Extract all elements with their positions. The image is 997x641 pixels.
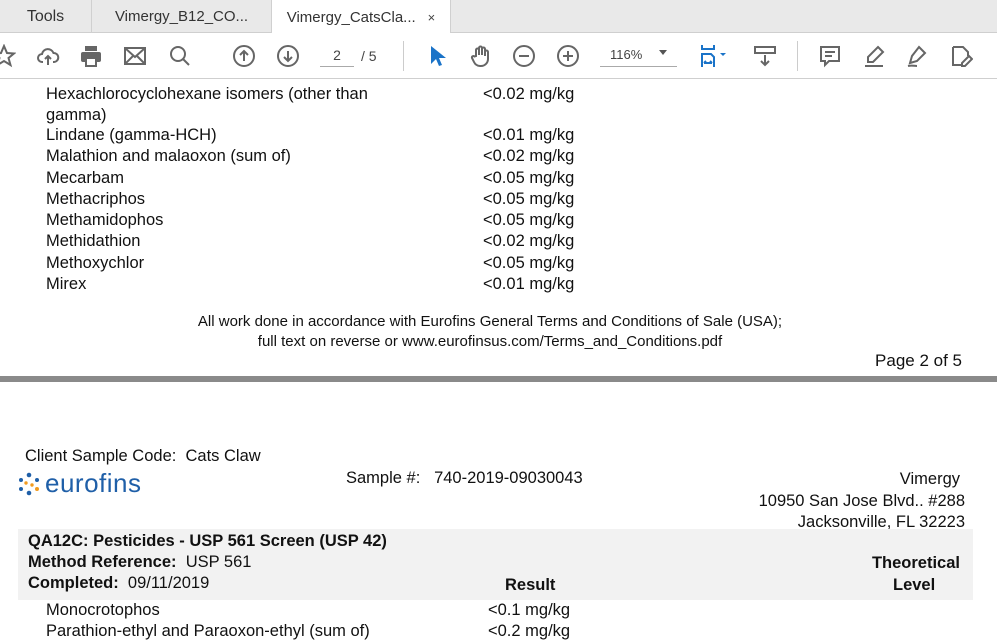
analyte-result: <0.05 mg/kg xyxy=(483,254,575,272)
sample-label: Sample #: xyxy=(346,469,421,487)
analyte-result: <0.1 mg/kg xyxy=(488,601,571,619)
client-value: Cats Claw xyxy=(185,447,261,465)
logo-text: eurofins xyxy=(45,468,142,498)
analyte-result: <0.02 mg/kg xyxy=(483,232,575,250)
analyte-name: Hexachlorocyclohexane isomers (other tha… xyxy=(46,85,368,103)
highlight-icon[interactable] xyxy=(860,42,888,70)
divider xyxy=(797,41,798,71)
analyte-name: Methidathion xyxy=(46,232,141,250)
completed-date: Completed: 09/11/2019 xyxy=(28,574,209,593)
tab-bar: Tools Vimergy_B12_CO... Vimergy_CatsCla.… xyxy=(0,0,997,34)
tab-label: Vimergy_CatsCla... xyxy=(286,8,416,26)
toolbar: 2 / 5 116% xyxy=(0,33,997,79)
zoom-out-icon[interactable] xyxy=(510,42,538,70)
table-row: Mecarbam <0.05 mg/kg xyxy=(46,169,946,188)
tab-vimergy-b12[interactable]: Vimergy_B12_CO... xyxy=(92,0,272,33)
tab-vimergy-catsclaw[interactable]: Vimergy_CatsCla... × xyxy=(272,0,451,34)
eurofins-logo: eurofins xyxy=(16,468,142,499)
analyte-result: <0.05 mg/kg xyxy=(483,211,575,229)
analyte-name: gamma) xyxy=(46,106,107,124)
analyte-name: Methamidophos xyxy=(46,211,164,229)
analyte-name: Parathion-ethyl and Paraoxon-ethyl (sum … xyxy=(46,622,370,640)
analyte-result: <0.01 mg/kg xyxy=(483,275,575,293)
method-label: Method Reference: xyxy=(28,553,177,571)
test-title: QA12C: Pesticides - USP 561 Screen (USP … xyxy=(28,532,387,550)
analyte-result: <0.01 mg/kg xyxy=(483,126,575,144)
tab-label: Tools xyxy=(26,7,65,25)
table-row: Mirex <0.01 mg/kg xyxy=(46,275,946,294)
terms-footer: All work done in accordance with Eurofin… xyxy=(197,313,783,330)
table-row: Hexachlorocyclohexane isomers (other tha… xyxy=(46,85,946,104)
select-pointer-icon[interactable] xyxy=(423,42,451,70)
terms-footer-link: full text on reverse or www.eurofinsus.c… xyxy=(257,333,723,350)
star-icon[interactable] xyxy=(0,42,18,70)
analyte-result: <0.02 mg/kg xyxy=(483,147,575,165)
method-value: USP 561 xyxy=(185,553,252,571)
print-icon[interactable] xyxy=(77,42,105,70)
edit-pdf-icon[interactable] xyxy=(947,42,975,70)
page-separator xyxy=(0,376,997,382)
analyte-name: Monocrotophos xyxy=(46,601,160,619)
page-number-label: Page 2 of 5 xyxy=(875,351,962,370)
analyte-result: <0.05 mg/kg xyxy=(483,190,575,208)
client-address: Vimergy 10950 San Jose Blvd.. #288 Jacks… xyxy=(759,469,965,534)
page-number-input[interactable]: 2 xyxy=(320,47,354,67)
theoretical-column-header: Theoretical xyxy=(871,554,960,572)
completed-value: 09/11/2019 xyxy=(127,574,210,592)
zoom-value: 116% xyxy=(610,47,643,62)
analyte-result: <0.2 mg/kg xyxy=(488,622,571,640)
sign-icon[interactable] xyxy=(903,42,931,70)
document-view[interactable]: Hexachlorocyclohexane isomers (other tha… xyxy=(0,80,997,641)
zoom-in-icon[interactable] xyxy=(554,42,582,70)
level-column-header: Level xyxy=(893,576,936,594)
table-row-continued: gamma) xyxy=(46,106,946,125)
analyte-name: Lindane (gamma-HCH) xyxy=(46,126,217,144)
page-total: / 5 xyxy=(361,48,377,64)
table-row: Lindane (gamma-HCH) <0.01 mg/kg xyxy=(46,126,946,145)
sample-number: Sample #: 740-2019-09030043 xyxy=(346,469,583,488)
table-row: Parathion-ethyl and Paraoxon-ethyl (sum … xyxy=(46,622,946,641)
fit-page-icon[interactable] xyxy=(696,42,732,70)
address-line: 10950 San Jose Blvd.. #288 xyxy=(758,491,965,510)
scroll-mode-icon[interactable] xyxy=(751,42,779,70)
client-sample-code: Client Sample Code: Cats Claw xyxy=(25,447,261,466)
client-label: Client Sample Code: xyxy=(25,447,177,465)
eurofins-logo-icon xyxy=(19,472,39,495)
analyte-name: Methacriphos xyxy=(46,190,146,208)
table-row: Methoxychlor <0.05 mg/kg xyxy=(46,254,946,273)
sample-value: 740-2019-09030043 xyxy=(434,469,583,487)
chevron-down-icon xyxy=(659,50,667,55)
hand-icon[interactable] xyxy=(467,42,495,70)
cloud-upload-icon[interactable] xyxy=(34,42,62,70)
result-column-header: Result xyxy=(505,576,556,594)
zoom-select[interactable]: 116% xyxy=(600,47,677,67)
analyte-name: Mecarbam xyxy=(46,169,124,187)
page-down-icon[interactable] xyxy=(274,42,302,70)
tab-tools[interactable]: Tools xyxy=(0,0,92,33)
table-row: Methamidophos <0.05 mg/kg xyxy=(46,211,946,230)
search-icon[interactable] xyxy=(166,42,194,70)
analyte-result: <0.02 mg/kg xyxy=(483,85,575,103)
tab-label: Vimergy_B12_CO... xyxy=(114,8,249,25)
address-line: Vimergy xyxy=(899,470,960,488)
divider xyxy=(403,41,404,71)
method-reference: Method Reference: USP 561 xyxy=(28,553,251,572)
comment-icon[interactable] xyxy=(816,42,844,70)
page-up-icon[interactable] xyxy=(230,42,258,70)
analyte-name: Methoxychlor xyxy=(46,254,145,272)
analyte-result: <0.05 mg/kg xyxy=(483,169,575,187)
analyte-name: Malathion and malaoxon (sum of) xyxy=(46,147,291,165)
table-row: Monocrotophos <0.1 mg/kg xyxy=(46,601,946,620)
completed-label: Completed: xyxy=(28,574,119,592)
table-row: Malathion and malaoxon (sum of) <0.02 mg/… xyxy=(46,147,946,166)
table-row: Methidathion <0.02 mg/kg xyxy=(46,232,946,251)
mail-icon[interactable] xyxy=(121,42,149,70)
close-tab-icon[interactable]: × xyxy=(428,10,436,25)
analyte-name: Mirex xyxy=(46,275,87,293)
table-row: Methacriphos <0.05 mg/kg xyxy=(46,190,946,209)
